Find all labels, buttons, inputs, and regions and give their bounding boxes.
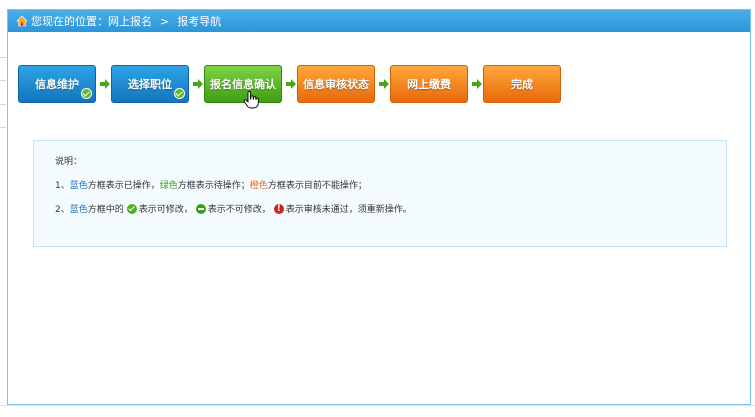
step-label: 网上缴费 [407, 78, 451, 91]
text-not-editable: 表示不可修改， [207, 205, 271, 215]
text-pending: 方框表示待操作； [177, 181, 250, 191]
not-editable-minus-icon [195, 203, 206, 214]
instructions-line-2: 2、 蓝色 方框中的 表示可修改， 表示不可修改， 表示审核未通过，须重新操作。 [55, 202, 412, 216]
arrow-right-icon [286, 79, 296, 89]
blue-label: 蓝色 [69, 181, 88, 191]
text-rejected: 表示审核未通过，须重新操作。 [285, 205, 412, 215]
step-choose-position[interactable]: 选择职位 [111, 65, 189, 103]
arrow-right-icon [100, 79, 110, 89]
breadcrumb-separator: > [160, 14, 170, 28]
check-icon [174, 88, 185, 99]
content-frame: 您现在的位置： 网上报名 > 报考导航 信息维护 选择职位 报名信息确认 信息审… [7, 9, 751, 405]
text-editable: 表示可修改， [138, 205, 193, 215]
step-label: 完成 [511, 78, 533, 91]
editable-check-icon [126, 203, 137, 214]
step-review-status[interactable]: 信息审核状态 [297, 65, 375, 103]
orange-label: 橙色 [249, 181, 268, 191]
home-icon [16, 15, 28, 27]
breadcrumb-level1[interactable]: 网上报名 [108, 13, 152, 29]
check-icon [81, 88, 92, 99]
instructions-title: 说明： [55, 157, 83, 167]
left-strip [0, 0, 6, 417]
breadcrumb-prefix: 您现在的位置： [31, 15, 108, 28]
arrow-right-icon [379, 79, 389, 89]
step-online-payment[interactable]: 网上缴费 [390, 65, 468, 103]
arrow-right-icon [472, 79, 482, 89]
step-label: 选择职位 [128, 78, 172, 91]
breadcrumb-level2: 报考导航 [177, 15, 222, 28]
instructions-panel: 说明： 1、 蓝色 方框表示已操作， 绿色 方框表示待操作； 橙色 方框表示目前… [33, 140, 727, 247]
green-label: 绿色 [159, 181, 178, 191]
step-info-maintenance[interactable]: 信息维护 [18, 65, 96, 103]
line-number: 2、 [55, 205, 70, 215]
instructions-line-1: 1、 蓝色 方框表示已操作， 绿色 方框表示待操作； 橙色 方框表示目前不能操作… [55, 178, 367, 191]
step-label: 报名信息确认 [210, 78, 276, 91]
step-label: 信息维护 [35, 78, 79, 91]
left-strip-divider [0, 127, 6, 128]
left-strip-divider [0, 104, 6, 105]
text-done: 方框表示已操作， [87, 181, 160, 191]
step-label: 信息审核状态 [303, 78, 369, 91]
arrow-right-icon [193, 79, 203, 89]
left-strip-divider [0, 80, 6, 81]
rejected-alert-icon [273, 203, 284, 215]
text-locked: 方框表示目前不能操作； [267, 181, 367, 191]
text-in-box: 方框中的 [87, 205, 124, 215]
step-navigator: 信息维护 选择职位 报名信息确认 信息审核状态 网上缴费 完成 [18, 65, 578, 109]
bottom-divider [0, 405, 755, 406]
left-strip-divider [0, 57, 6, 58]
blue-label: 蓝色 [69, 205, 88, 215]
step-complete[interactable]: 完成 [483, 65, 561, 103]
hand-cursor-icon [243, 90, 259, 109]
line-number: 1、 [55, 181, 70, 191]
breadcrumb: 您现在的位置： 网上报名 > 报考导航 [8, 10, 750, 32]
